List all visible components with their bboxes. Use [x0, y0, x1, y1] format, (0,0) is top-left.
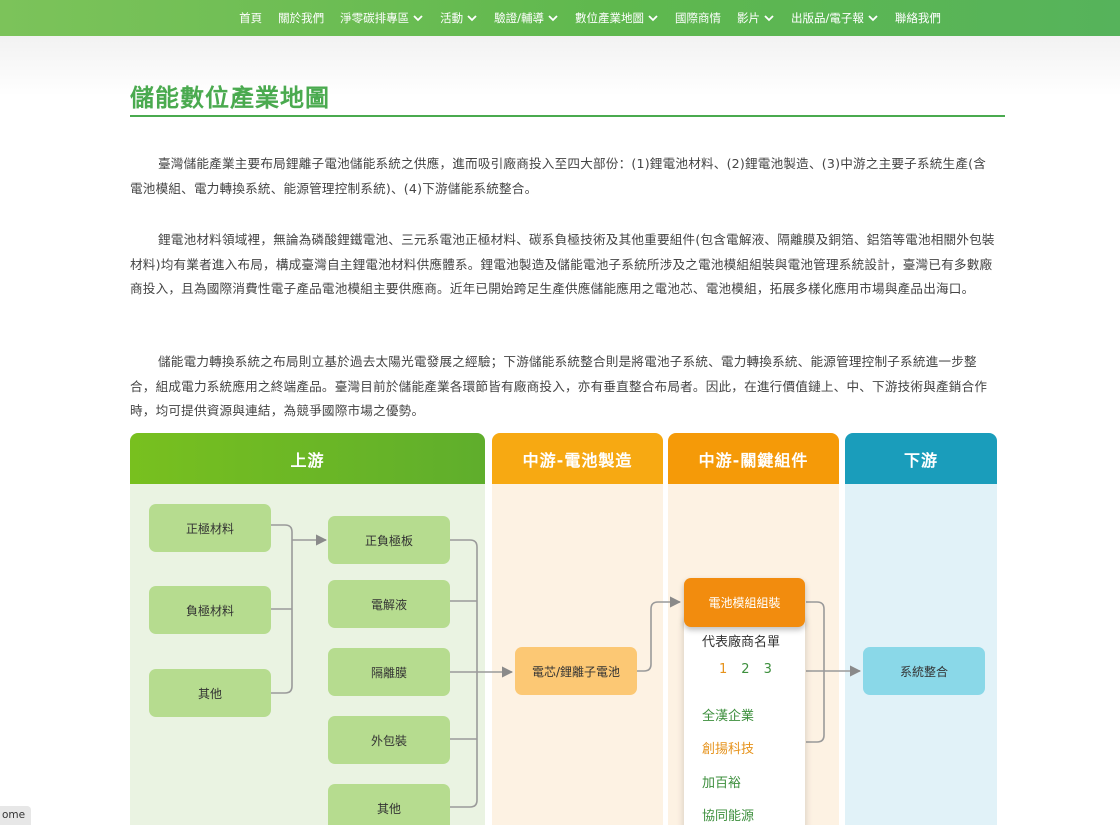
nav-item[interactable]: 出版品/電子報 — [791, 10, 879, 26]
nav-item-label: 數位產業地圖 — [575, 11, 644, 25]
nav-item[interactable]: 聯絡我們 — [895, 10, 941, 26]
page-2-link[interactable]: 2 — [741, 662, 749, 677]
nav-menu: 首頁 關於我們 淨零碳排專區 活動 驗證/輔導 數位產業地圖 國際商情 影片 出版品/電子報 聯絡… — [171, 10, 949, 26]
nav-item-label: 聯絡我們 — [894, 11, 941, 25]
nav-item[interactable]: 數位產業地圖 — [575, 10, 659, 26]
nav-item-label: 影片 — [737, 11, 760, 25]
chevron-down-icon — [467, 15, 477, 22]
title-underline — [130, 115, 1005, 117]
intro-paragraph-3: 儲能電力轉換系統之布局則立基於過去太陽光電發展之經驗；下游儲能系統整合則是將電池… — [130, 354, 988, 418]
nav-item[interactable]: 淨零碳排專區 — [340, 10, 424, 26]
chevron-down-icon — [868, 15, 878, 22]
chevron-down-icon — [548, 15, 558, 22]
industry-map-diagram: 上游 中游-電池製造 中游-關鍵組件 下游 正極材料 負極材料 其他 正負極板 … — [130, 433, 997, 825]
nav-item-label: 國際商情 — [675, 11, 721, 25]
nav-item-label: 活動 — [440, 11, 464, 25]
page-1-link[interactable]: 1 — [719, 662, 727, 677]
node-battery-module-assembly[interactable]: 電池模組組裝 — [684, 578, 805, 627]
node-anode-material[interactable]: 負極材料 — [149, 586, 271, 634]
vendor-link[interactable]: 加百裕 — [702, 772, 741, 791]
intro-paragraph-1: 臺灣儲能產業主要布局鋰離子電池儲能系統之供應，進而吸引廠商投入至四大部份：(1)… — [130, 156, 987, 196]
node-upstream-other-left[interactable]: 其他 — [149, 669, 271, 717]
nav-item-label: 驗證/輔導 — [494, 11, 544, 25]
vendor-card: 代表廠商名單 1 2 3 全漢企業 創揚科技 加百裕 協同能源 — [684, 617, 805, 825]
vendor-link[interactable]: 全漢企業 — [702, 705, 754, 724]
node-separator[interactable]: 隔離膜 — [328, 648, 450, 696]
node-electrode-plate[interactable]: 正負極板 — [328, 516, 450, 564]
bottom-corner-tab[interactable]: ome — [0, 806, 32, 825]
top-navigation-bar: 首頁 關於我們 淨零碳排專區 活動 驗證/輔導 數位產業地圖 國際商情 影片 出版品/電子報 聯絡… — [0, 0, 1120, 36]
vendor-link[interactable]: 創揚科技 — [702, 738, 754, 757]
nav-item[interactable]: 關於我們 — [278, 10, 324, 26]
nav-item-label: 淨零碳排專區 — [340, 11, 410, 25]
vendor-link[interactable]: 協同能源 — [702, 805, 754, 824]
nav-item-label: 出版品/電子報 — [791, 11, 864, 25]
nav-item[interactable]: 影片 — [737, 10, 775, 26]
nav-item-label: 首頁 — [239, 11, 263, 25]
node-cathode-material[interactable]: 正極材料 — [149, 504, 271, 552]
node-outer-packaging[interactable]: 外包裝 — [328, 716, 450, 764]
page-3-link[interactable]: 3 — [764, 662, 772, 677]
nav-item[interactable]: 首頁 — [239, 10, 262, 26]
page-title: 儲能數位產業地圖 — [130, 84, 330, 112]
vendor-pagination: 1 2 3 — [719, 662, 786, 677]
nav-item[interactable]: 活動 — [440, 10, 478, 26]
chevron-down-icon — [764, 15, 774, 22]
vendor-card-title: 代表廠商名單 — [702, 635, 781, 650]
nav-item-label: 關於我們 — [278, 11, 325, 25]
nav-item[interactable]: 國際商情 — [675, 10, 721, 26]
intro-paragraph-2: 鋰電池材料領域裡，無論為磷酸鋰鐵電池、三元系電池正極材料、碳系負極技術及其他重要… — [130, 232, 995, 296]
chevron-down-icon — [413, 15, 423, 22]
chevron-down-icon — [648, 15, 658, 22]
node-electrolyte[interactable]: 電解液 — [328, 580, 450, 628]
node-system-integration[interactable]: 系統整合 — [863, 647, 985, 695]
node-battery-cell[interactable]: 電芯/鋰離子電池 — [515, 647, 637, 695]
node-upstream-other-right[interactable]: 其他 — [328, 784, 450, 825]
nav-item[interactable]: 驗證/輔導 — [494, 10, 559, 26]
